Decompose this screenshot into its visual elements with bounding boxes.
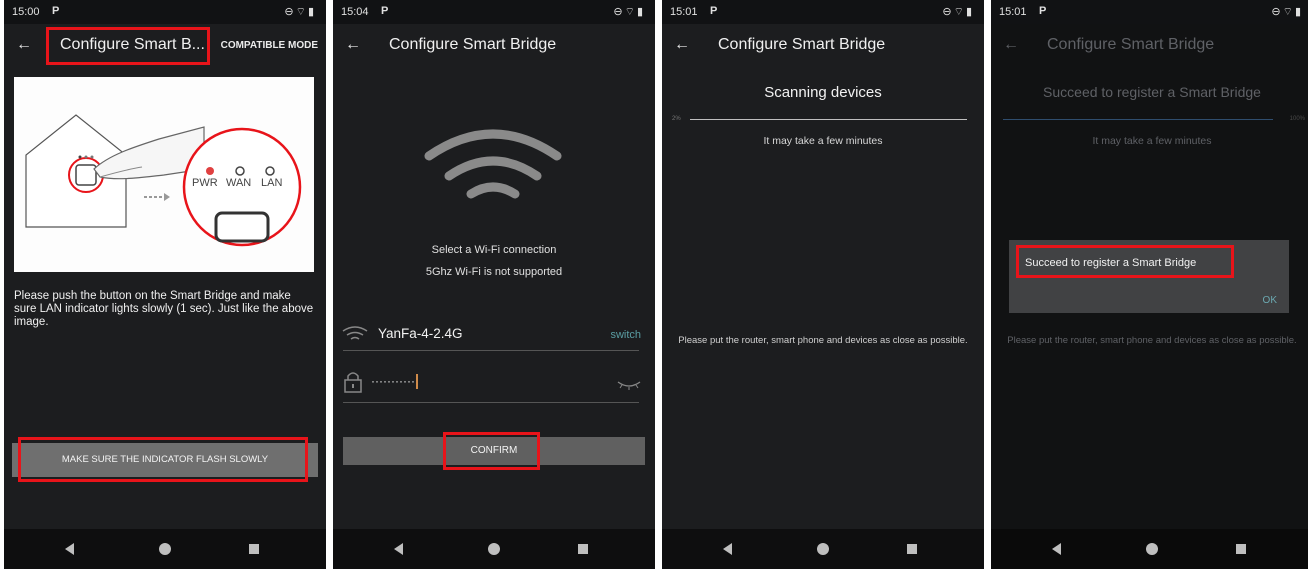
app-bar: ← Configure Smart Bridge: [333, 24, 655, 68]
ok-button[interactable]: OK: [1263, 295, 1277, 306]
highlight-button: [18, 437, 308, 482]
instruction-text: Please push the button on the Smart Brid…: [14, 290, 314, 328]
phone-screen-step1: 15:00 P ⊖⌔▮ ← Configure Smart B... COMPA…: [4, 0, 326, 569]
eye-closed-icon[interactable]: [617, 380, 641, 390]
highlight-confirm: [443, 432, 540, 470]
text-cursor: [415, 374, 418, 390]
back-arrow-icon[interactable]: ←: [16, 36, 32, 54]
highlight-dialog-message: [1016, 245, 1234, 278]
system-nav-bar: [991, 529, 1308, 569]
status-time: 15:04: [341, 6, 369, 18]
wifi-small-icon: [342, 326, 368, 340]
led-label-wan: WAN: [226, 177, 252, 189]
page-title: Configure Smart Bridge: [389, 36, 557, 53]
nav-recents-icon[interactable]: [907, 544, 917, 554]
status-icons: ⊖⌔▮: [284, 5, 316, 19]
nav-recents-icon[interactable]: [1236, 544, 1246, 554]
wifi-icon: ⌔: [953, 6, 966, 18]
instruction-illustration: PWR WAN LAN: [14, 77, 314, 272]
proximity-note: Please put the router, smart phone and d…: [678, 335, 968, 346]
nav-home-icon[interactable]: [817, 543, 829, 555]
bridge-illustration: [25, 114, 302, 247]
nav-back-icon[interactable]: [65, 543, 74, 555]
nav-recents-icon[interactable]: [249, 544, 259, 554]
highlight-title: [46, 27, 210, 65]
status-bar: 15:00 P ⊖⌔▮: [4, 0, 326, 24]
select-wifi-text: Select a Wi-Fi connection: [431, 244, 557, 256]
progress-percent-label: 2%: [672, 116, 681, 122]
led-label-pwr: PWR: [192, 177, 218, 189]
do-not-disturb-icon: ⊖: [942, 6, 954, 18]
nav-home-icon[interactable]: [488, 543, 500, 555]
do-not-disturb-icon: ⊖: [613, 6, 625, 18]
password-underline: [343, 402, 639, 403]
password-mask: ···········: [371, 374, 415, 388]
progress-bar: [690, 119, 967, 120]
switch-network-link[interactable]: switch: [610, 329, 641, 341]
notification-p-icon: P: [381, 5, 389, 17]
status-time: 15:00: [12, 6, 40, 18]
nav-home-icon[interactable]: [1146, 543, 1158, 555]
nav-back-icon[interactable]: [1052, 543, 1061, 555]
ssid-underline: [343, 350, 639, 351]
status-time: 15:01: [670, 6, 698, 18]
notification-p-icon: P: [710, 5, 718, 17]
phone-screen-step2: 15:04 P ⊖⌔▮ ← Configure Smart Bridge Sel…: [333, 0, 655, 569]
5ghz-warning-text: 5Ghz Wi-Fi is not supported: [425, 266, 563, 278]
wifi-large-icon: [424, 129, 562, 199]
wifi-icon: ⌔: [295, 6, 308, 18]
battery-icon: ▮: [307, 6, 316, 18]
progress-percent-label: 100%: [1289, 116, 1305, 122]
phone-screen-step3: 15:01 P ⊖⌔▮ ← Configure Smart Bridge Sca…: [662, 0, 984, 569]
lock-icon: [344, 372, 362, 393]
password-field[interactable]: ···········: [371, 374, 418, 390]
system-nav-bar: [4, 529, 326, 569]
battery-icon: ▮: [965, 6, 974, 18]
nav-back-icon[interactable]: [723, 543, 732, 555]
status-time: 15:01: [999, 6, 1027, 18]
system-nav-bar: [333, 529, 655, 569]
page-title: Configure Smart Bridge: [1047, 36, 1215, 53]
status-bar: 15:01 P ⊖⌔▮: [991, 0, 1308, 24]
nav-recents-icon[interactable]: [578, 544, 588, 554]
nav-home-icon[interactable]: [159, 543, 171, 555]
wait-subtitle: It may take a few minutes: [763, 135, 883, 147]
status-icons: ⊖⌔▮: [613, 5, 645, 19]
proximity-note: Please put the router, smart phone and d…: [1007, 335, 1297, 346]
notification-p-icon: P: [52, 5, 60, 17]
wifi-icon: ⌔: [624, 6, 637, 18]
status-icons: ⊖⌔▮: [942, 5, 974, 19]
nav-back-icon[interactable]: [394, 543, 403, 555]
battery-icon: ▮: [636, 6, 645, 18]
ssid-field[interactable]: YanFa-4-2.4G: [378, 326, 463, 341]
wait-subtitle: It may take a few minutes: [1092, 135, 1212, 147]
app-bar: ← Configure Smart Bridge: [662, 24, 984, 68]
battery-icon: ▮: [1294, 6, 1303, 18]
back-arrow-icon[interactable]: ←: [1003, 36, 1019, 54]
scanning-title: Scanning devices: [764, 84, 882, 101]
status-bar: 15:04 P ⊖⌔▮: [333, 0, 655, 24]
back-arrow-icon[interactable]: ←: [674, 36, 690, 54]
status-icons: ⊖⌔▮: [1271, 5, 1303, 19]
do-not-disturb-icon: ⊖: [1271, 6, 1283, 18]
app-bar: ← Configure Smart Bridge: [991, 24, 1308, 68]
progress-bar: [1003, 119, 1273, 120]
status-bar: 15:01 P ⊖⌔▮: [662, 0, 984, 24]
compatible-mode-button[interactable]: COMPATIBLE MODE: [221, 40, 318, 51]
notification-p-icon: P: [1039, 5, 1047, 17]
led-label-lan: LAN: [261, 177, 283, 189]
phone-screen-step4: 15:01 P ⊖⌔▮ ← Configure Smart Bridge Suc…: [991, 0, 1308, 569]
back-arrow-icon[interactable]: ←: [345, 36, 361, 54]
system-nav-bar: [662, 529, 984, 569]
register-heading: Succeed to register a Smart Bridge: [1043, 84, 1261, 100]
page-title: Configure Smart Bridge: [718, 36, 886, 53]
wifi-icon: ⌔: [1282, 6, 1295, 18]
do-not-disturb-icon: ⊖: [284, 6, 296, 18]
